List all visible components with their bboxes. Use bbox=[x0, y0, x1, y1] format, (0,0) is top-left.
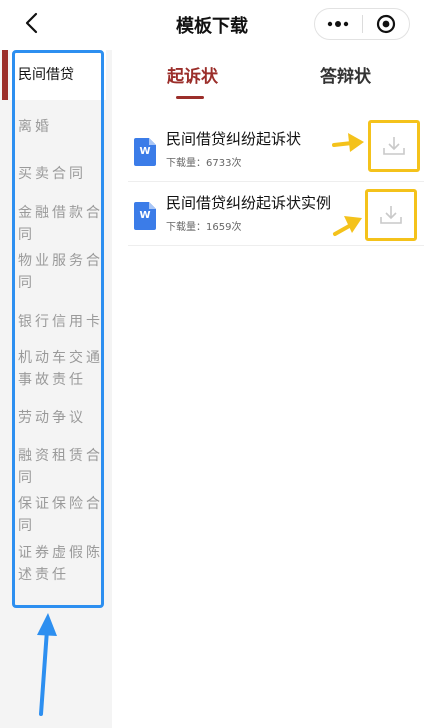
sidebar-item-property-service[interactable]: 物业服务合同 bbox=[10, 250, 106, 294]
download-button[interactable] bbox=[365, 189, 417, 241]
tab-defense[interactable]: 答辩状 bbox=[320, 62, 371, 87]
document-title: 民间借贷纠纷起诉状实例 bbox=[166, 194, 332, 212]
download-count: 下载量：6733次 bbox=[166, 158, 242, 169]
tab-complaint[interactable]: 起诉状 bbox=[167, 62, 218, 87]
more-button[interactable] bbox=[315, 9, 362, 39]
more-dots-icon bbox=[328, 21, 349, 27]
word-badge: W bbox=[139, 146, 151, 157]
document-type-tabs: 起诉状 答辩状 bbox=[112, 58, 424, 106]
word-badge: W bbox=[139, 210, 151, 221]
download-icon bbox=[383, 137, 405, 155]
sidebar-item-label: 保证保险合同 bbox=[18, 496, 103, 534]
sidebar-item-divorce[interactable]: 离婚 bbox=[10, 116, 106, 138]
sidebar-item-guarantee-insurance[interactable]: 保证保险合同 bbox=[10, 493, 106, 537]
download-icon bbox=[380, 206, 402, 224]
sidebar-item-label: 物业服务合同 bbox=[18, 253, 103, 291]
sidebar-item-label: 民间借贷 bbox=[18, 67, 74, 83]
target-circle-icon bbox=[376, 14, 395, 34]
sidebar-item-bank-credit-card[interactable]: 银行信用卡 bbox=[10, 311, 106, 333]
divider bbox=[128, 245, 424, 246]
sidebar-item-label: 银行信用卡 bbox=[18, 314, 103, 330]
download-count: 下载量：1659次 bbox=[166, 222, 242, 233]
active-indicator bbox=[2, 50, 8, 100]
sidebar-item-label: 融资租赁合同 bbox=[18, 448, 103, 486]
active-tab-underline bbox=[176, 96, 204, 99]
sidebar-item-labor-dispute[interactable]: 劳动争议 bbox=[10, 407, 106, 429]
sidebar-item-securities-misrepresentation[interactable]: 证券虚假陈述责任 bbox=[10, 542, 106, 586]
divider bbox=[128, 181, 424, 182]
sidebar-item-label: 劳动争议 bbox=[18, 410, 86, 426]
download-button[interactable] bbox=[368, 120, 420, 172]
close-miniprogram-button[interactable] bbox=[363, 9, 410, 39]
sidebar-item-label: 买卖合同 bbox=[18, 166, 86, 182]
navigation-bar: 模板下载 bbox=[0, 0, 424, 48]
sidebar-item-label: 离婚 bbox=[18, 119, 52, 135]
sidebar-item-sales-contract[interactable]: 买卖合同 bbox=[10, 163, 106, 185]
sidebar-item-financial-leasing[interactable]: 融资租赁合同 bbox=[10, 445, 106, 489]
sidebar-item-financial-loan[interactable]: 金融借款合同 bbox=[10, 202, 106, 246]
sidebar-item-private-lending[interactable]: 民间借贷 bbox=[10, 50, 106, 100]
capsule-menu bbox=[314, 8, 410, 40]
sidebar-item-traffic-accident[interactable]: 机动车交通事故责任 bbox=[10, 347, 106, 391]
sidebar-item-label: 机动车交通事故责任 bbox=[18, 350, 103, 388]
document-title: 民间借贷纠纷起诉状 bbox=[166, 130, 302, 148]
back-button[interactable] bbox=[14, 6, 48, 40]
sidebar-item-label: 金融借款合同 bbox=[18, 205, 103, 243]
chevron-left-icon bbox=[25, 12, 38, 34]
sidebar-item-label: 证券虚假陈述责任 bbox=[18, 545, 103, 583]
